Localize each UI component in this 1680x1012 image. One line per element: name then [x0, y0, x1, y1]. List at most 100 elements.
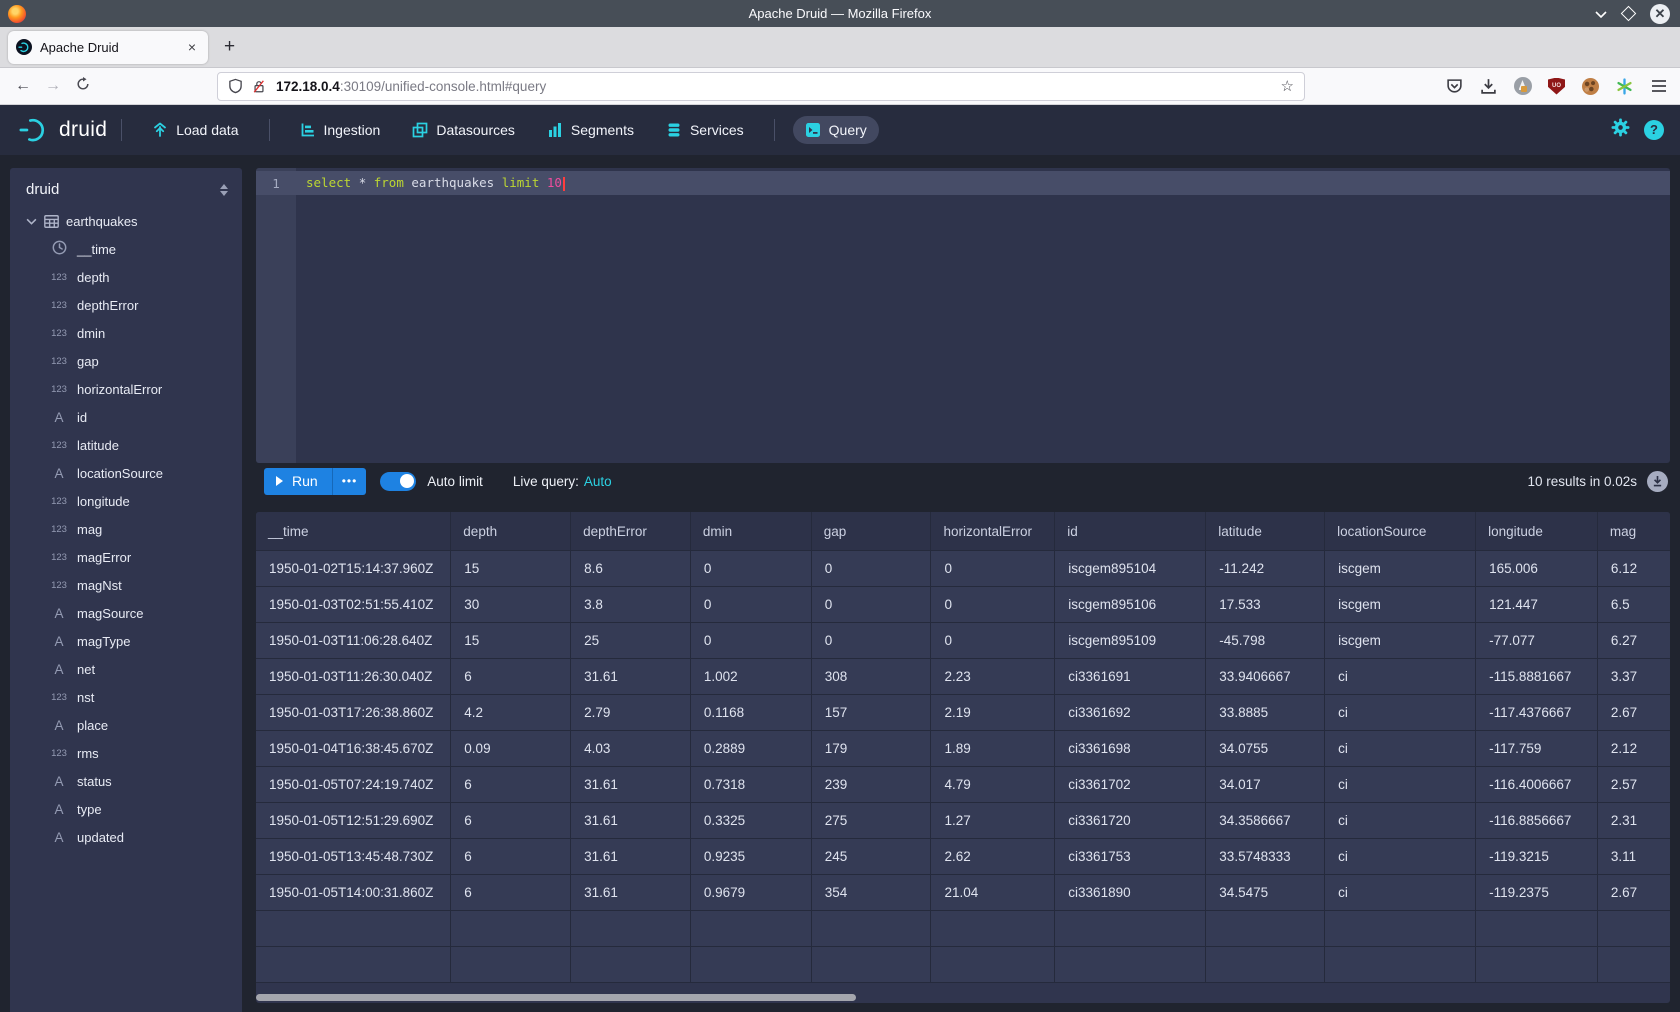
- query-editor[interactable]: 1 select * from earthquakes limit 10: [256, 168, 1670, 463]
- sidebar-column-updated[interactable]: Aupdated: [10, 823, 242, 851]
- table-cell[interactable]: ci3361691: [1055, 659, 1206, 695]
- table-cell[interactable]: 0.9235: [691, 839, 812, 875]
- table-cell[interactable]: 0: [931, 623, 1055, 659]
- nav-item-datasources[interactable]: Datasources: [400, 116, 527, 144]
- table-cell[interactable]: 2.79: [571, 695, 691, 731]
- column-header-id[interactable]: id: [1055, 512, 1206, 551]
- table-cell[interactable]: ci3361890: [1055, 875, 1206, 911]
- column-header-gap[interactable]: gap: [812, 512, 932, 551]
- nav-item-segments[interactable]: Segments: [535, 116, 646, 144]
- sidebar-column-net[interactable]: Anet: [10, 655, 242, 683]
- table-cell[interactable]: 1.002: [691, 659, 812, 695]
- run-button[interactable]: Run: [264, 468, 332, 495]
- sidebar-column-locationSource[interactable]: AlocationSource: [10, 459, 242, 487]
- cookie-extension-icon[interactable]: [1581, 77, 1600, 96]
- table-cell[interactable]: 33.5748333: [1206, 839, 1325, 875]
- insecure-lock-icon[interactable]: [252, 79, 266, 94]
- table-cell[interactable]: 1950-01-03T11:26:30.040Z: [256, 659, 451, 695]
- column-header-depthError[interactable]: depthError: [571, 512, 691, 551]
- table-cell[interactable]: -119.2375: [1476, 875, 1598, 911]
- table-cell[interactable]: ci: [1325, 803, 1476, 839]
- column-header-locationSource[interactable]: locationSource: [1325, 512, 1476, 551]
- nav-item-ingestion[interactable]: Ingestion: [288, 116, 393, 144]
- nav-item-query[interactable]: Query: [793, 116, 879, 144]
- url-input[interactable]: 172.18.0.4:30109/unified-console.html#qu…: [217, 72, 1305, 101]
- table-cell[interactable]: iscgem895104: [1055, 551, 1206, 587]
- asterisk-extension-icon[interactable]: [1615, 77, 1634, 96]
- sidebar-column-place[interactable]: Aplace: [10, 711, 242, 739]
- back-button[interactable]: ←: [8, 77, 38, 95]
- table-cell[interactable]: -115.8881667: [1476, 659, 1598, 695]
- table-cell[interactable]: 6.27: [1598, 623, 1670, 659]
- table-cell[interactable]: 165.006: [1476, 551, 1598, 587]
- table-cell[interactable]: 31.61: [571, 767, 691, 803]
- table-cell[interactable]: 0: [812, 623, 932, 659]
- privacy-badger-icon[interactable]: [1513, 77, 1532, 96]
- table-cell[interactable]: 157: [812, 695, 932, 731]
- table-cell[interactable]: 15: [451, 551, 571, 587]
- sql-code-line[interactable]: select * from earthquakes limit 10: [296, 175, 565, 191]
- table-cell[interactable]: -119.3215: [1476, 839, 1598, 875]
- table-cell[interactable]: 31.61: [571, 839, 691, 875]
- download-results-icon[interactable]: [1647, 471, 1668, 492]
- table-cell[interactable]: 6: [451, 875, 571, 911]
- sidebar-column-magNst[interactable]: 123magNst: [10, 571, 242, 599]
- table-cell[interactable]: ci3361698: [1055, 731, 1206, 767]
- table-cell[interactable]: 33.8885: [1206, 695, 1325, 731]
- bookmark-star-icon[interactable]: ☆: [1281, 77, 1294, 95]
- table-cell[interactable]: 30: [451, 587, 571, 623]
- table-cell[interactable]: 34.5475: [1206, 875, 1325, 911]
- table-cell[interactable]: -117.4376667: [1476, 695, 1598, 731]
- table-cell[interactable]: 15: [451, 623, 571, 659]
- sidebar-table-earthquakes[interactable]: earthquakes: [10, 207, 242, 235]
- table-cell[interactable]: 31.61: [571, 803, 691, 839]
- table-cell[interactable]: 245: [812, 839, 932, 875]
- druid-brand[interactable]: druid: [18, 115, 107, 145]
- table-cell[interactable]: 1950-01-02T15:14:37.960Z: [256, 551, 451, 587]
- table-cell[interactable]: 2.57: [1598, 767, 1670, 803]
- table-cell[interactable]: 2.19: [931, 695, 1055, 731]
- help-icon[interactable]: ?: [1644, 120, 1664, 140]
- table-cell[interactable]: 4.79: [931, 767, 1055, 803]
- table-cell[interactable]: ci: [1325, 731, 1476, 767]
- table-cell[interactable]: 34.3586667: [1206, 803, 1325, 839]
- table-cell[interactable]: 1.27: [931, 803, 1055, 839]
- forward-button[interactable]: →: [38, 77, 68, 95]
- table-cell[interactable]: -116.4006667: [1476, 767, 1598, 803]
- table-cell[interactable]: 1950-01-03T02:51:55.410Z: [256, 587, 451, 623]
- table-cell[interactable]: ci: [1325, 839, 1476, 875]
- table-cell[interactable]: 0.09: [451, 731, 571, 767]
- table-cell[interactable]: 0: [812, 551, 932, 587]
- sidebar-column-nst[interactable]: 123nst: [10, 683, 242, 711]
- table-cell[interactable]: 0.7318: [691, 767, 812, 803]
- sidebar-column-id[interactable]: Aid: [10, 403, 242, 431]
- table-cell[interactable]: ci3361702: [1055, 767, 1206, 803]
- table-cell[interactable]: -45.798: [1206, 623, 1325, 659]
- table-cell[interactable]: 354: [812, 875, 932, 911]
- reload-button[interactable]: [68, 77, 98, 96]
- table-cell[interactable]: 8.6: [571, 551, 691, 587]
- sidebar-column-mag[interactable]: 123mag: [10, 515, 242, 543]
- sidebar-column-latitude[interactable]: 123latitude: [10, 431, 242, 459]
- table-cell[interactable]: 33.9406667: [1206, 659, 1325, 695]
- table-cell[interactable]: -116.8856667: [1476, 803, 1598, 839]
- sidebar-column-gap[interactable]: 123gap: [10, 347, 242, 375]
- table-cell[interactable]: 1950-01-03T17:26:38.860Z: [256, 695, 451, 731]
- column-header-__time[interactable]: __time: [256, 512, 451, 551]
- column-header-mag[interactable]: mag: [1598, 512, 1670, 551]
- tab-apache-druid[interactable]: Apache Druid ×: [8, 31, 208, 64]
- new-tab-button[interactable]: +: [224, 36, 235, 58]
- table-cell[interactable]: iscgem895106: [1055, 587, 1206, 623]
- table-cell[interactable]: 6: [451, 803, 571, 839]
- table-cell[interactable]: 21.04: [931, 875, 1055, 911]
- sidebar-column-depth[interactable]: 123depth: [10, 263, 242, 291]
- table-cell[interactable]: 1.89: [931, 731, 1055, 767]
- table-cell[interactable]: 1950-01-05T12:51:29.690Z: [256, 803, 451, 839]
- table-cell[interactable]: 3.11: [1598, 839, 1670, 875]
- sidebar-column-horizontalError[interactable]: 123horizontalError: [10, 375, 242, 403]
- table-cell[interactable]: 239: [812, 767, 932, 803]
- settings-gear-icon[interactable]: [1611, 118, 1630, 142]
- table-cell[interactable]: 308: [812, 659, 932, 695]
- nav-item-load-data[interactable]: Load data: [140, 116, 250, 144]
- table-cell[interactable]: 6: [451, 767, 571, 803]
